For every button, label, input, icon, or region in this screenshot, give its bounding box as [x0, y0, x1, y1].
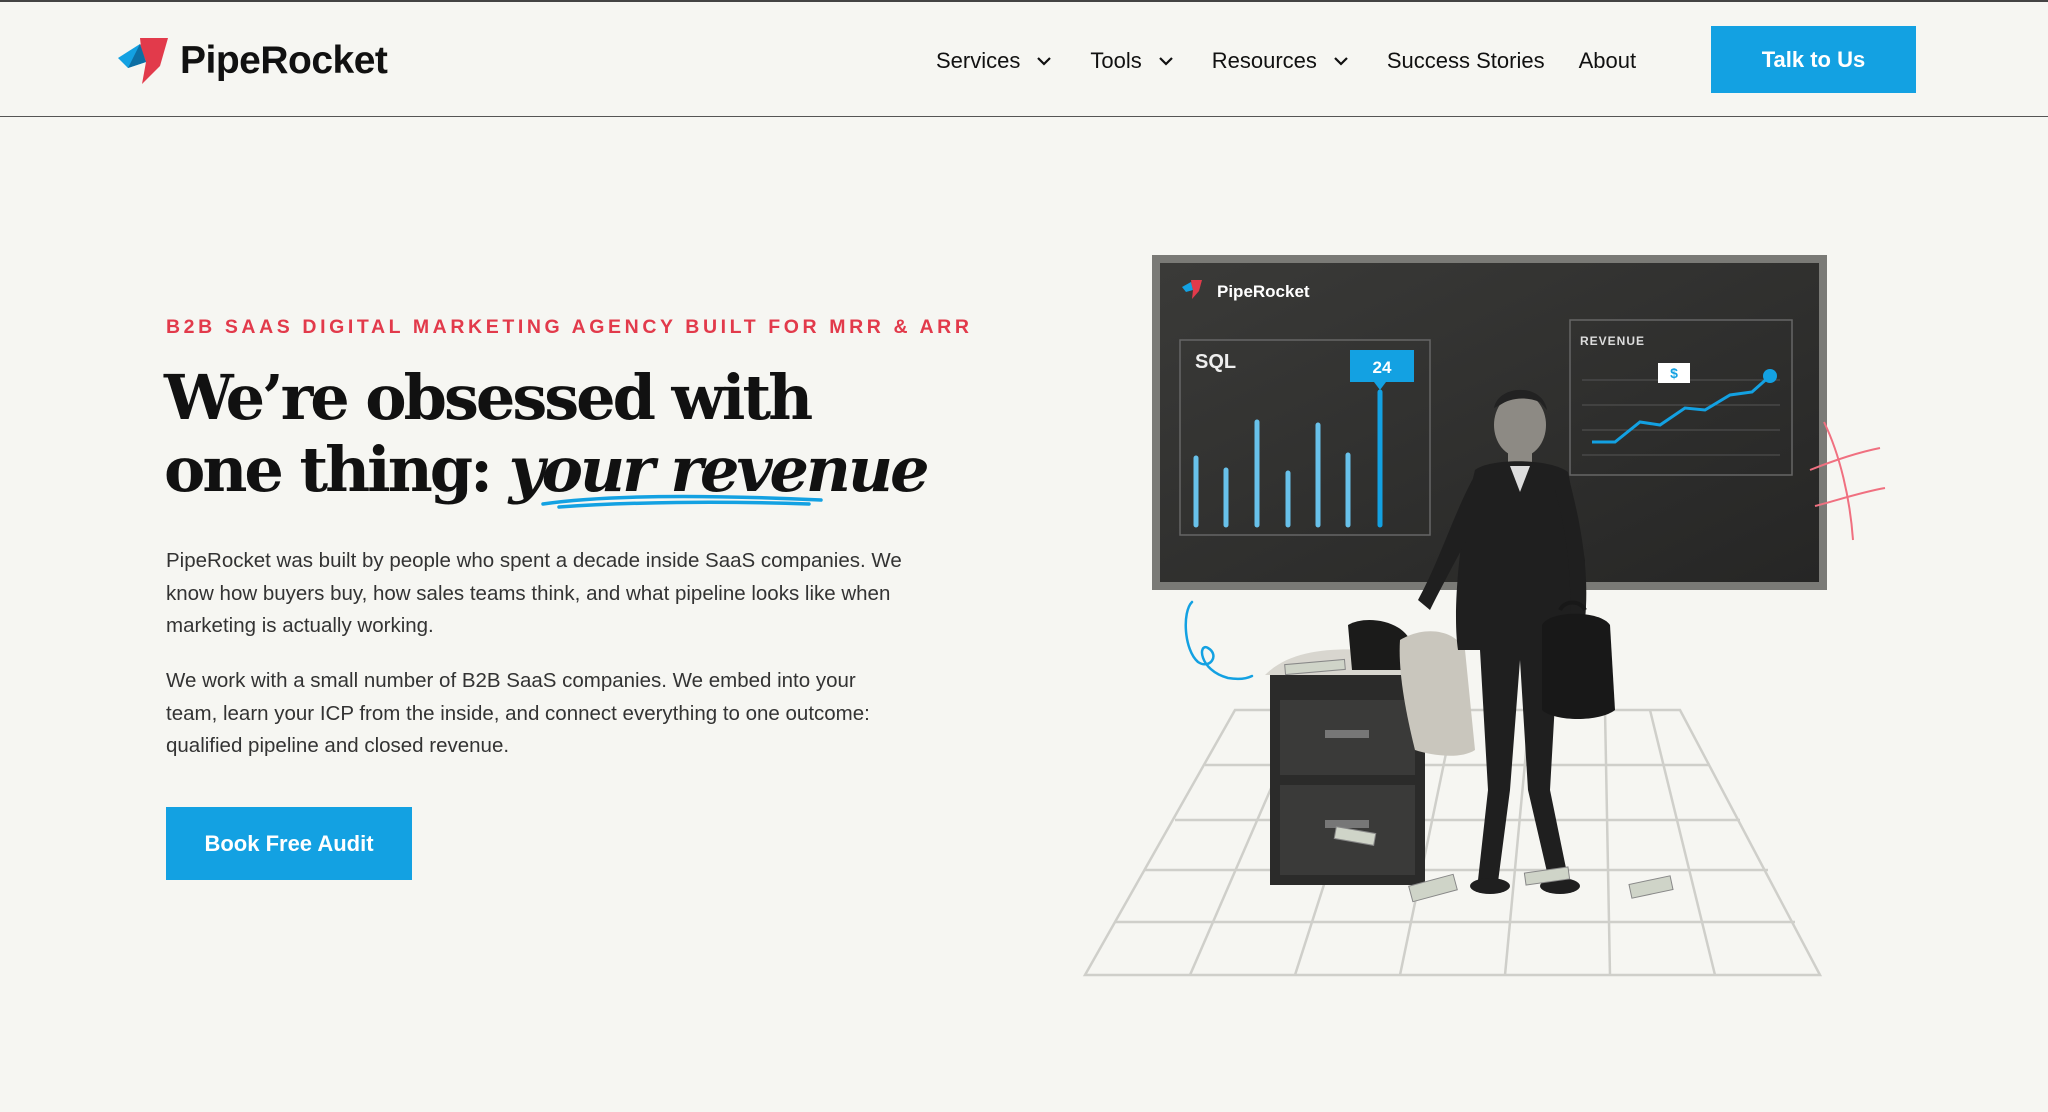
talk-to-us-button[interactable]: Talk to Us [1711, 26, 1916, 93]
nav-resources[interactable]: Resources [1212, 48, 1349, 74]
revenue-badge-value: $ [1670, 365, 1678, 381]
nav-services[interactable]: Services [936, 48, 1052, 74]
nav-about-label: About [1578, 48, 1637, 73]
headline-emphasis: your revenue [509, 434, 930, 509]
sql-label: SQL [1195, 351, 1236, 373]
scribble-underline [540, 494, 823, 509]
hero-paragraph-1: PipeRocket was built by people who spent… [166, 549, 902, 637]
hero-paragraph-2: We work with a small number of B2B SaaS … [166, 669, 870, 757]
main-nav: Services Tools Resources Success Stories… [936, 48, 1636, 74]
nav-success-stories-label: Success Stories [1386, 48, 1545, 73]
rocket-logo-icon [118, 38, 168, 84]
nav-tools[interactable]: Tools [1090, 48, 1173, 74]
briefcase [1542, 600, 1615, 719]
logo-link[interactable]: PipeRocket [118, 38, 388, 84]
nav-success-stories[interactable]: Success Stories [1387, 48, 1545, 74]
chevron-down-icon [1158, 57, 1173, 66]
headline-line-1: We’re obsessed with [164, 361, 813, 434]
revenue-label: REVENUE [1580, 334, 1645, 348]
hero-headline: We’re obsessed with one thing: your reve… [164, 361, 930, 509]
book-free-audit-button[interactable]: Book Free Audit [166, 807, 412, 880]
sql-badge-value: 24 [1373, 358, 1392, 377]
hero-illustration: PipeRocket SQL 24 REVENUE $ [1082, 255, 1886, 977]
hero-eyebrow: B2B SAAS DIGITAL MARKETING AGENCY BUILT … [166, 316, 973, 338]
board-brand: PipeRocket [1217, 282, 1310, 301]
logo-text: PipeRocket [180, 39, 388, 82]
chevron-down-icon [1334, 57, 1348, 66]
nav-services-label: Services [936, 48, 1021, 73]
nav-tools-label: Tools [1090, 48, 1142, 73]
nav-resources-label: Resources [1211, 48, 1317, 73]
headline-plain: one thing: [164, 433, 509, 506]
chevron-down-icon [1037, 57, 1052, 66]
headline-line-2: one thing: your revenue [164, 433, 930, 509]
blue-scribble [1184, 600, 1254, 681]
nav-about[interactable]: About [1579, 48, 1637, 74]
site-header: PipeRocket Services Tools Resources Succ… [0, 2, 2048, 117]
